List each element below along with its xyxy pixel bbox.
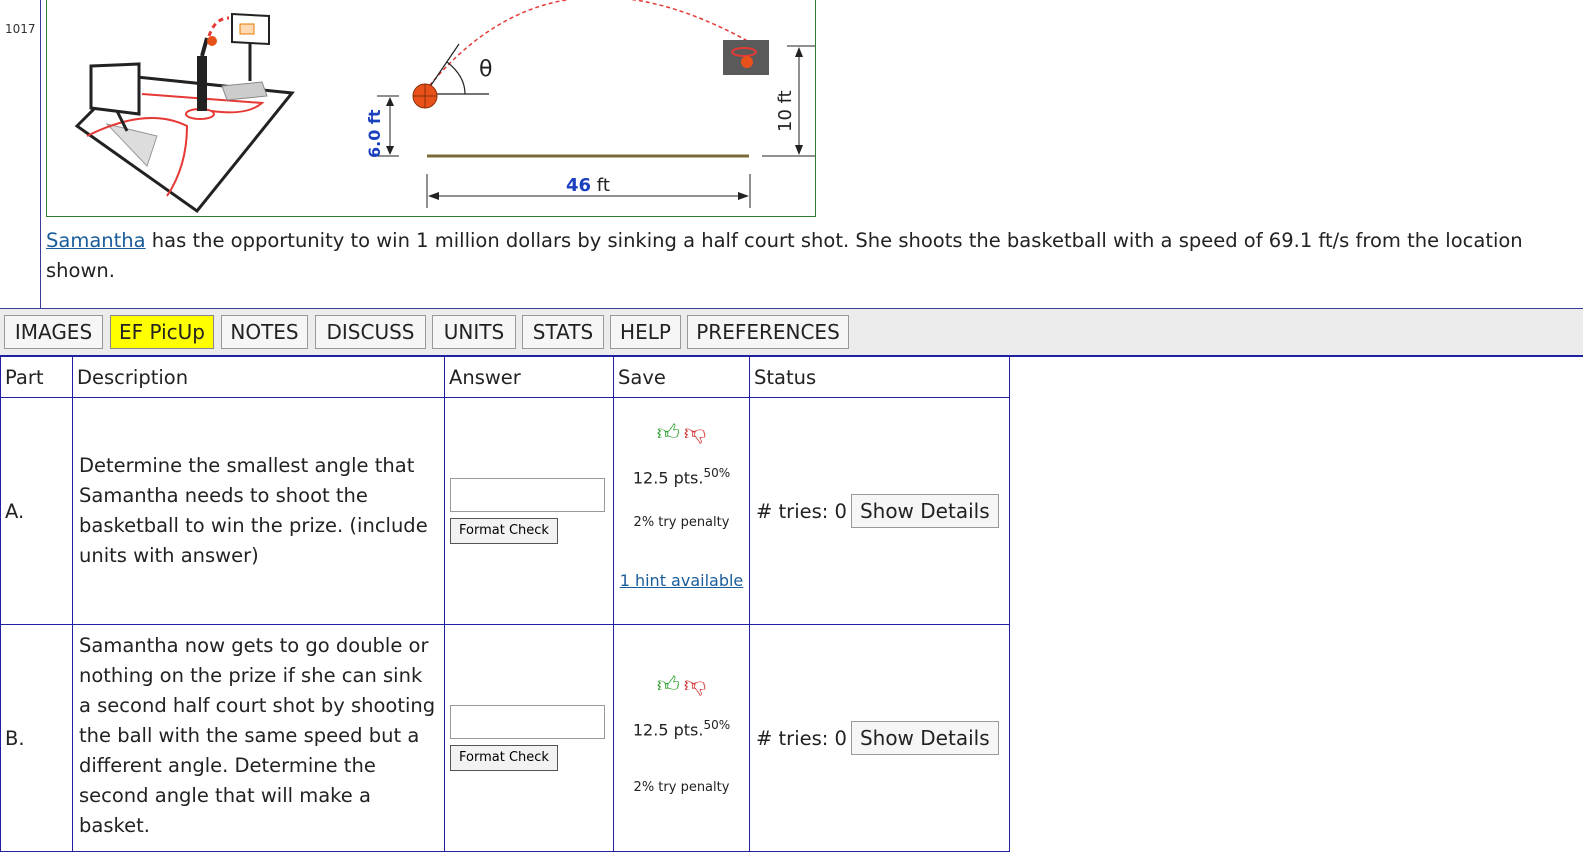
header-answer: Answer <box>444 356 614 398</box>
dim-distance-arrow-left <box>428 192 439 200</box>
thumbs-up-icon[interactable]: 👍︎ <box>657 421 680 446</box>
backboard-square <box>239 23 255 35</box>
save-cell: 👍︎ 👎︎ 12.5 pts.50% 2% try penalty <box>613 624 750 852</box>
points-value: 12.5 pts. <box>632 468 704 488</box>
tab-units[interactable]: UNITS <box>432 315 516 349</box>
points-percent: 50% <box>703 718 731 733</box>
status-cell: # tries: 0 Show Details <box>749 397 1010 625</box>
distance-label: 46 ft <box>566 175 610 196</box>
question-number: 1. <box>0 0 13 2</box>
format-check-button[interactable]: Format Check <box>450 744 558 771</box>
points-percent: 50% <box>703 465 731 480</box>
table-header-row: Part Description Answer Save Status <box>0 356 1010 398</box>
status-cell: # tries: 0 Show Details <box>749 624 1010 852</box>
shooter-ball <box>207 36 217 46</box>
hoop-height-label: 10 ft <box>775 90 796 132</box>
dim-hoop-arrow-top <box>795 47 803 57</box>
table-row: A. Determine the smallest angle that Sam… <box>0 397 1010 625</box>
points: 12.5 pts.50% <box>614 718 749 739</box>
header-status: Status <box>749 356 1010 398</box>
shooter-arm <box>200 37 209 57</box>
ball-trajectory <box>424 0 766 92</box>
problem-statement-text: has the opportunity to win 1 million dol… <box>46 229 1523 282</box>
hint-link[interactable]: 1 hint available <box>620 571 744 590</box>
hoop-ball <box>741 56 753 68</box>
theta-arc <box>446 61 466 95</box>
table-row: B. Samantha now gets to go double or not… <box>0 624 1010 852</box>
show-details-button[interactable]: Show Details <box>850 721 999 755</box>
dim-hoop-arrow-bottom <box>795 145 803 155</box>
dim-shooter-arrow-bottom <box>386 146 394 155</box>
left-divider <box>40 0 41 308</box>
points: 12.5 pts.50% <box>614 466 749 487</box>
thumbs-up-icon[interactable]: 👍︎ <box>657 673 680 698</box>
answer-input[interactable] <box>450 705 605 740</box>
theta-label: θ <box>479 57 492 82</box>
part-label: B. <box>0 624 73 852</box>
tab-images[interactable]: IMAGES <box>4 315 103 349</box>
show-details-button[interactable]: Show Details <box>850 494 999 528</box>
tries-count: # tries: 0 <box>756 727 847 750</box>
tab-discuss[interactable]: DISCUSS <box>315 315 426 349</box>
header-part: Part <box>0 356 73 398</box>
part-description: Determine the smallest angle that Samant… <box>72 397 445 625</box>
try-penalty: 2% try penalty <box>633 515 730 531</box>
thumbs-down-icon[interactable]: 👎︎ <box>684 421 706 446</box>
answer-cell: Format Check <box>444 397 614 625</box>
header-save: Save <box>613 356 750 398</box>
shooter-figure <box>197 56 207 111</box>
tab-notes[interactable]: NOTES <box>221 315 308 349</box>
tries-count: # tries: 0 <box>756 500 847 523</box>
tab-stats[interactable]: STATS <box>522 315 604 349</box>
save-cell: 👍︎ 👎︎ 12.5 pts.50% 2% try penalty 1 hint … <box>613 397 750 625</box>
basketball-diagram: θ 6.0 ft 46 ft 10 ft <box>74 0 815 214</box>
part-description: Samantha now gets to go double or nothin… <box>72 624 445 852</box>
points-value: 12.5 pts. <box>632 720 704 740</box>
shooter-trajectory <box>207 16 230 37</box>
problem-id: 1017 <box>5 22 36 36</box>
tab-help[interactable]: HELP <box>610 315 681 349</box>
format-check-button[interactable]: Format Check <box>450 517 558 544</box>
backboard-left <box>89 62 141 116</box>
parts-table: Part Description Answer Save Status A. D… <box>0 356 1010 852</box>
shooter-height-label: 6.0 ft <box>365 109 384 158</box>
problem-statement: Samantha has the opportunity to win 1 mi… <box>46 226 1576 286</box>
feedback-icons: 👍︎ 👎︎ <box>614 671 749 698</box>
dim-distance-arrow-right <box>738 192 749 200</box>
answer-input[interactable] <box>450 478 605 513</box>
problem-figure: θ 6.0 ft 46 ft 10 ft <box>46 0 816 217</box>
header-description: Description <box>72 356 445 398</box>
samantha-link[interactable]: Samantha <box>46 229 146 252</box>
feedback-icons: 👍︎ 👎︎ <box>614 419 749 446</box>
tab-preferences[interactable]: PREFERENCES <box>687 315 849 349</box>
dim-shooter-arrow-top <box>386 97 394 106</box>
tab-bar: IMAGES EF PicUp NOTES DISCUSS UNITS STAT… <box>0 308 1583 357</box>
thumbs-down-icon[interactable]: 👎︎ <box>684 673 706 698</box>
answer-cell: Format Check <box>444 624 614 852</box>
try-penalty: 2% try penalty <box>633 779 730 795</box>
part-label: A. <box>0 397 73 625</box>
tab-ef-picup[interactable]: EF PicUp <box>110 315 214 349</box>
